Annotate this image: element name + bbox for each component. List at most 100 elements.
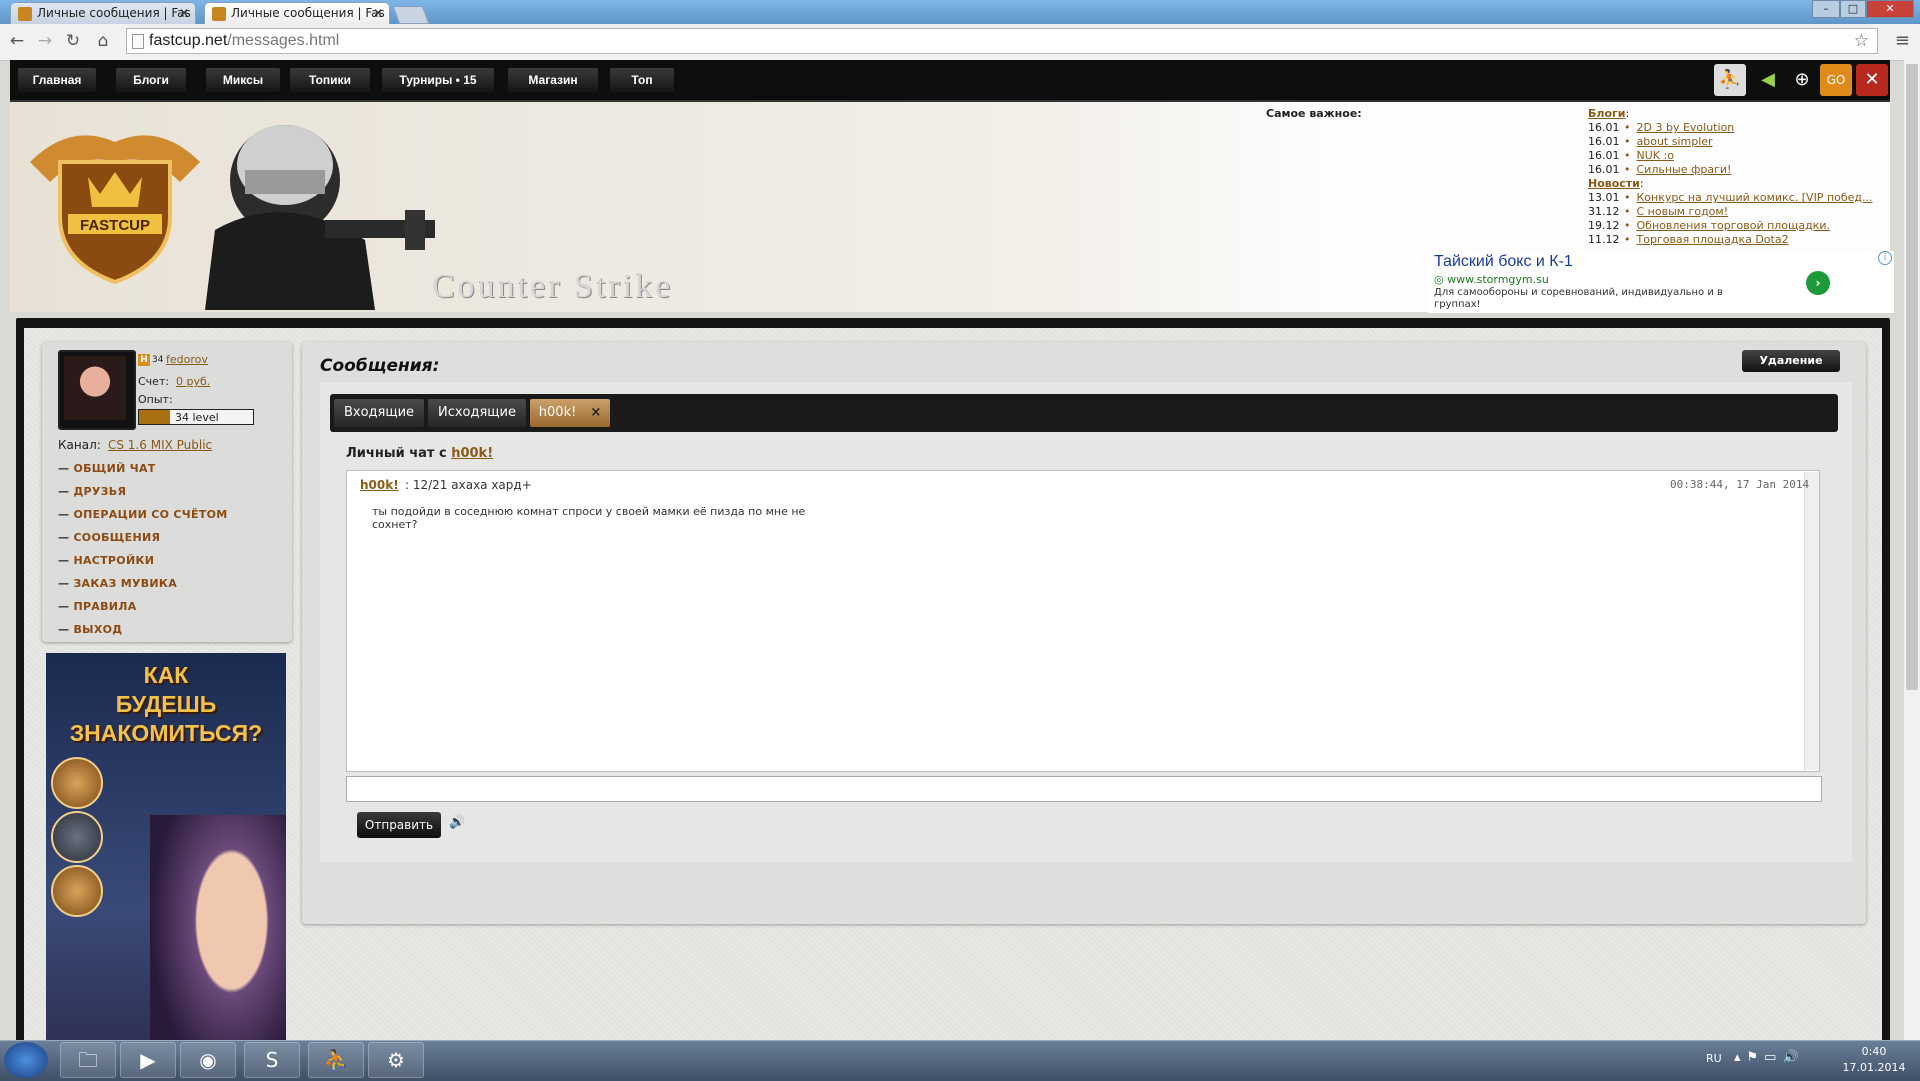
nav-top[interactable]: Топ — [610, 68, 674, 92]
minimize-button[interactable]: – — [1812, 0, 1840, 18]
news-row: 16.01 • Сильные фраги! — [1588, 163, 1732, 176]
chrome-icon[interactable]: ◉ — [180, 1042, 236, 1078]
tray-language[interactable]: RU — [1706, 1052, 1722, 1065]
news-link[interactable]: Конкурс на лучший комикс. [VIP побед... — [1637, 191, 1873, 204]
ad-info-icon[interactable]: i — [1878, 251, 1892, 265]
bookmark-star-icon[interactable]: ☆ — [1854, 29, 1869, 53]
svg-text:FASTCUP: FASTCUP — [80, 217, 150, 234]
news-heading[interactable]: Новости — [1588, 177, 1640, 190]
forward-icon[interactable]: → — [34, 30, 56, 52]
news-link[interactable]: 2D 3 by Evolution — [1637, 121, 1735, 134]
news-date: 19.12 — [1588, 219, 1620, 232]
ad-description: Для самообороны и соревнований, индивиду… — [1434, 287, 1723, 310]
news-link[interactable]: Сильные фраги! — [1637, 163, 1732, 176]
reload-icon[interactable]: ↻ — [62, 30, 84, 52]
tab-outbox[interactable]: Исходящие — [428, 399, 526, 427]
back-icon[interactable]: ← — [6, 30, 28, 52]
csgo-icon[interactable]: GO — [1820, 64, 1852, 96]
ad-title[interactable]: Тайский бокс и К-1 — [1434, 253, 1573, 271]
news-link[interactable]: NUK :o — [1637, 149, 1674, 162]
close-chat-tab-icon[interactable]: × — [590, 405, 601, 420]
close-tab-icon[interactable]: ✕ — [179, 3, 189, 24]
news-row: 31.12 • С новым годом! — [1588, 205, 1729, 218]
cs-icon[interactable]: ⛹ — [308, 1042, 364, 1078]
chat-user-link[interactable]: h00k! — [451, 446, 493, 461]
page-scrollbar-thumb[interactable] — [1906, 64, 1918, 690]
menu-friends[interactable]: ДРУЗЬЯ — [58, 485, 126, 498]
message-sender-link[interactable]: h00k! — [360, 478, 399, 492]
rank-badge: H — [138, 354, 150, 366]
menu-general-chat[interactable]: ОБЩИЙ ЧАТ — [58, 462, 156, 475]
menu-account-operations[interactable]: ОПЕРАЦИИ СО СЧЁТОМ — [58, 508, 227, 521]
site-nav: Главная Блоги Миксы Топики Турниры • 15 … — [10, 60, 1890, 102]
folder-icon[interactable]: 🗀 — [60, 1042, 116, 1078]
tray-clock[interactable]: 0:40 17.01.2014 — [1832, 1044, 1916, 1076]
news-row: 16.01 • 2D 3 by Evolution — [1588, 121, 1735, 134]
start-button[interactable] — [4, 1042, 48, 1078]
menu-order-movie[interactable]: ЗАКАЗ МУВИКА — [58, 577, 177, 590]
nav-topics[interactable]: Топики — [290, 68, 370, 92]
sound-icon[interactable]: 🔊 — [449, 815, 465, 830]
news-link[interactable]: Обновления торговой площадки. — [1637, 219, 1831, 232]
blogs-heading[interactable]: Блоги — [1588, 107, 1625, 120]
message-input[interactable] — [346, 776, 1822, 802]
skype-icon[interactable]: S — [244, 1042, 300, 1078]
news-row: 11.12 • Торговая площадка Dota2 — [1588, 233, 1789, 246]
nav-blogs[interactable]: Блоги — [116, 68, 186, 92]
news-date: 16.01 — [1588, 135, 1620, 148]
gun-icon — [51, 811, 103, 863]
steam-icon[interactable]: ⚙ — [368, 1042, 424, 1078]
tab-strip: Личные сообщения | Fas ✕ Личные сообщени… — [0, 0, 1920, 24]
menu-rules[interactable]: ПРАВИЛА — [58, 600, 137, 613]
menu-logout[interactable]: ВЫХОД — [58, 623, 122, 636]
home-icon[interactable]: ⌂ — [92, 30, 114, 52]
tab-inbox[interactable]: Входящие — [334, 399, 424, 427]
nav-shop[interactable]: Магазин — [508, 68, 598, 92]
soldier-image — [205, 125, 435, 310]
menu-settings[interactable]: НАСТРОЙКИ — [58, 554, 154, 567]
promo-text: КАК БУДЕШЬ ЗНАКОМИТЬСЯ? — [46, 661, 286, 748]
news-date: 31.12 — [1588, 205, 1620, 218]
news-link[interactable]: Торговая площадка Dota2 — [1637, 233, 1789, 246]
nav-home[interactable]: Главная — [18, 68, 96, 92]
score-value[interactable]: 0 руб. — [176, 375, 210, 388]
nav-mixes[interactable]: Миксы — [206, 68, 280, 92]
tab-chat-label: h00k! — [538, 405, 577, 420]
arrow-icon[interactable]: ◀ — [1752, 64, 1784, 96]
channel-link[interactable]: CS 1.6 MIX Public — [108, 438, 212, 452]
news-box: Блоги: 16.01 • 2D 3 by Evolution 16.01 • abo… — [1588, 107, 1888, 247]
ad-banner[interactable]: Тайский бокс и К-1 ◎ www.stormgym.su Для… — [1428, 251, 1894, 313]
nav-tournaments[interactable]: Турниры • 15 — [382, 68, 494, 92]
tray-icons[interactable]: ▴⚑▭🔊 — [1734, 1050, 1805, 1065]
new-tab-button[interactable] — [392, 6, 430, 24]
browser-tab-title: Личные сообщения | Fas — [231, 6, 385, 20]
username-link[interactable]: fedorov — [166, 353, 208, 366]
news-link[interactable]: about simpler — [1637, 135, 1713, 148]
maximize-button[interactable]: □ — [1840, 0, 1866, 18]
address-bar[interactable]: fastcup.net/messages.html ☆ — [126, 28, 1878, 54]
send-button[interactable]: Отправить — [357, 812, 441, 838]
close-window-button[interactable]: ✕ — [1866, 0, 1914, 18]
cs-icon[interactable]: ⛹ — [1714, 64, 1746, 96]
tab-chat-h00k[interactable]: h00k! × — [530, 399, 610, 427]
close-tab-icon[interactable]: ✕ — [373, 3, 383, 24]
media-player-icon[interactable]: ▶ — [120, 1042, 176, 1078]
delete-button[interactable]: Удаление — [1742, 350, 1840, 372]
menu-messages[interactable]: СООБЩЕНИЯ — [58, 531, 160, 544]
rank-number: 34 — [152, 355, 164, 365]
chat-scrollbar[interactable] — [1804, 472, 1819, 770]
menu-icon[interactable]: ≡ — [1895, 30, 1910, 51]
fastcup-favicon-icon — [212, 7, 226, 21]
ad-go-icon[interactable]: › — [1806, 271, 1830, 295]
news-link[interactable]: С новым годом! — [1637, 205, 1729, 218]
dota-icon[interactable]: ✕ — [1856, 64, 1888, 96]
news-row: 16.01 • about simpler — [1588, 135, 1713, 148]
browser-tab-2[interactable]: Личные сообщения | Fas ✕ — [204, 2, 390, 24]
message-timestamp: 00:38:44, 17 Jan 2014 — [1670, 478, 1810, 491]
page-title: Сообщения: — [320, 356, 440, 376]
browser-tab-1[interactable]: Личные сообщения | Fas ✕ — [10, 2, 196, 24]
news-date: 13.01 — [1588, 191, 1620, 204]
browser-toolbar: ← → ↻ ⌂ fastcup.net/messages.html ☆ ≡ — [0, 24, 1920, 61]
crosshair-icon[interactable]: ⊕ — [1786, 64, 1818, 96]
important-label: Самое важное: — [1266, 107, 1362, 120]
